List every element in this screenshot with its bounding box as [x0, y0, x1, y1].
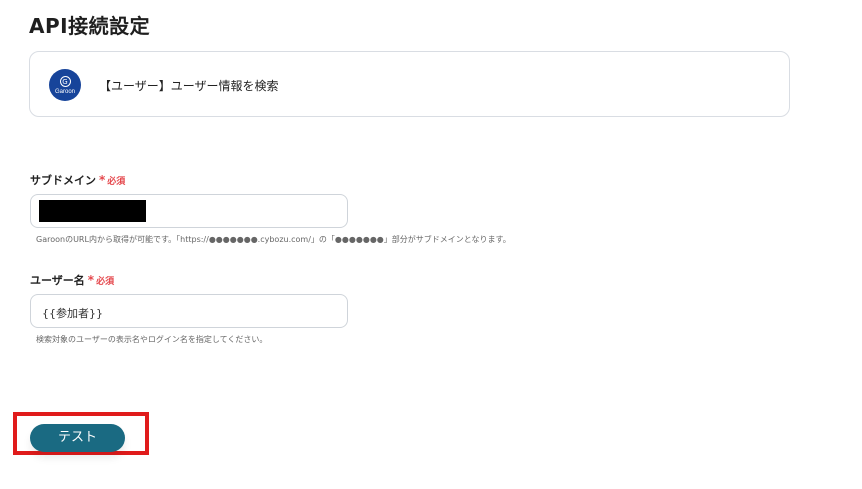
action-card[interactable]: G Garoon 【ユーザー】ユーザー情報を検索 [29, 51, 790, 117]
action-label: 【ユーザー】ユーザー情報を検索 [99, 79, 279, 93]
required-badge: 必須 [96, 277, 115, 287]
required-star: * [87, 273, 95, 287]
page-title: API接続設定 [29, 14, 151, 38]
test-button[interactable]: テスト [30, 424, 125, 452]
garoon-logo-icon: G Garoon [49, 69, 81, 101]
username-label: ユーザー名 * 必須 [30, 272, 114, 288]
username-input-value: {{参加者}} [42, 307, 103, 320]
subdomain-input[interactable] [30, 194, 348, 228]
redacted-value [39, 200, 146, 222]
subdomain-label: サブドメイン * 必須 [30, 172, 125, 188]
username-hint: 検索対象のユーザーの表示名やログイン名を指定してください。 [36, 335, 268, 344]
subdomain-hint: GaroonのURL内から取得が可能です。「https://●●●●●●●.cy… [36, 235, 511, 244]
required-badge: 必須 [107, 177, 126, 187]
logo-word: Garoon [54, 88, 75, 95]
username-input[interactable]: {{参加者}} [30, 294, 348, 328]
username-label-text: ユーザー名 [30, 274, 85, 287]
required-star: * [99, 173, 106, 187]
subdomain-label-text: サブドメイン [30, 174, 96, 187]
logo-letter: G [59, 75, 71, 87]
